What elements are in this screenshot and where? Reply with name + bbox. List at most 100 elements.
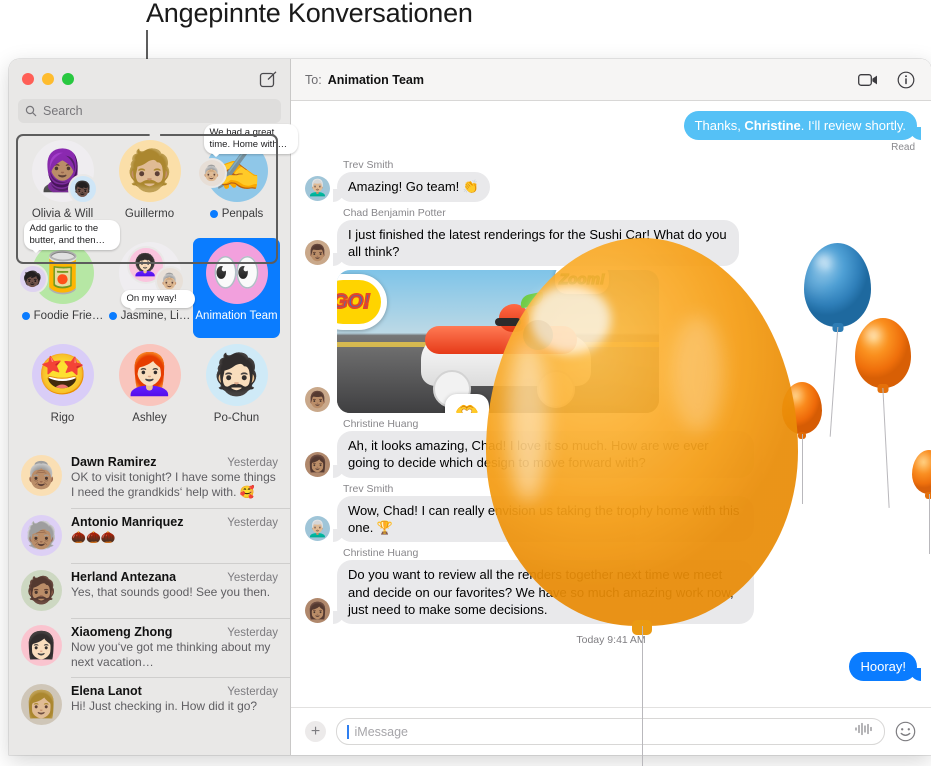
message-bubble[interactable]: Thanks, Christine. I‘ll review shortly. <box>683 111 922 141</box>
pinned-item-po-chun[interactable]: 🧔🏻 Po-Chun <box>193 340 280 440</box>
message-preview: Now you‘ve got me thinking about my next… <box>71 639 271 670</box>
pinned-item-name: Foodie Frie… <box>33 310 104 322</box>
list-item[interactable]: 👩🏻 Xiaomeng Zhong Yesterday Now you‘ve g… <box>9 617 290 678</box>
pinned-item-name: Jasmine, Li… <box>120 310 191 322</box>
message-bubble[interactable]: Hooray! <box>849 652 921 682</box>
minimize-button[interactable] <box>42 73 54 85</box>
message-input[interactable]: iMessage <box>336 718 885 745</box>
list-item-body: Herland Antezana Yesterday Yes, that sou… <box>71 570 278 600</box>
zoom-button[interactable] <box>62 73 74 85</box>
secondary-avatar: 🧒🏿 <box>17 264 48 294</box>
list-item-header: Herland Antezana Yesterday <box>71 570 278 584</box>
avatar-emoji: 👩🏻‍🦰 <box>124 353 175 397</box>
avatar-emoji: 🧔🏼 <box>124 149 175 193</box>
list-item-header: Xiaomeng Zhong Yesterday <box>71 625 278 639</box>
message-sender-name: Trev Smith <box>343 482 394 495</box>
pinned-item-ashley[interactable]: 👩🏻‍🦰 Ashley <box>106 340 193 440</box>
list-item-body: Xiaomeng Zhong Yesterday Now you‘ve got … <box>71 625 278 671</box>
recipient-name[interactable]: Animation Team <box>328 73 424 87</box>
avatar: 👨🏽 <box>305 387 330 413</box>
message-row-incoming: 👨🏽 I just finished the latest renderings… <box>305 219 917 267</box>
message-bubble[interactable]: Ah, it looks amazing, Chad! I love it so… <box>333 431 754 478</box>
message-bubble[interactable]: Do you want to review all the renders to… <box>333 560 754 625</box>
tapback-text: Add garlic to the butter, and then… <box>29 223 106 246</box>
smiley-face-icon[interactable] <box>895 721 917 743</box>
avatar: 👀 <box>205 242 268 304</box>
avatar-emoji: 👩🏽 <box>307 602 328 620</box>
pinned-item-name: Penpals <box>221 208 264 220</box>
sticker-go[interactable]: GO! <box>337 274 387 331</box>
avatar: 🧔🏼 <box>118 140 181 202</box>
message-bubble[interactable]: I just finished the latest renderings fo… <box>333 219 739 267</box>
sticker-heart-hands[interactable]: 🫶 <box>445 394 489 414</box>
avatar: 🥫 🧒🏿 Add garlic to the butter, and then… <box>17 220 120 304</box>
tapback-bubble: We had a great time. Home with… <box>203 124 298 154</box>
contact-name: Antonio Manriquez <box>71 514 184 529</box>
car-wheel-rear <box>537 370 575 409</box>
message-preview: Yes, that sounds good! See you then. <box>71 584 271 599</box>
list-item-header: Dawn Ramirez Yesterday <box>71 455 278 469</box>
audio-waveform-icon[interactable] <box>854 722 874 741</box>
secondary-avatar: 👦🏿 <box>67 174 98 204</box>
avatar-emoji: 👵🏽 <box>25 460 58 490</box>
pinned-item-label: Jasmine, Li… <box>108 310 191 322</box>
compose-icon[interactable] <box>259 70 278 89</box>
image-attachment[interactable]: GO! Zoom! 🫶 <box>337 270 659 414</box>
pinned-item-guillermo[interactable]: 🧔🏼 Guillermo <box>106 136 193 236</box>
tapback-bubble: Add garlic to the butter, and then… <box>23 220 120 250</box>
plus-icon[interactable]: + <box>305 721 326 742</box>
pinned-item-name: Guillermo <box>124 208 175 220</box>
message-composer: + iMessage <box>291 707 931 755</box>
secondary-avatar: 👵🏼 <box>196 158 227 188</box>
sidebar-titlebar <box>9 59 290 99</box>
timestamp: Yesterday <box>227 457 278 469</box>
message-text-bold: Christine <box>744 118 801 133</box>
video-camera-icon[interactable] <box>857 69 879 91</box>
list-item[interactable]: 👩🏼 Elena Lanot Yesterday Hi! Just checki… <box>9 677 290 732</box>
status-badge: Read <box>891 142 915 154</box>
text-caret <box>347 724 349 739</box>
message-row-attachment: 👨🏽 O! Zoom! <box>305 270 917 414</box>
avatar: 👨🏼‍🦳 <box>305 516 330 542</box>
pinned-item-rigo[interactable]: 🤩 Rigo <box>19 340 106 440</box>
conversation-list: 👵🏽 Dawn Ramirez Yesterday OK to visit to… <box>9 444 290 755</box>
message-bubble[interactable]: Amazing! Go team! 👏 <box>332 172 491 202</box>
close-button[interactable] <box>22 73 34 85</box>
avatar-emoji: 👩🏻‍🦱 <box>132 253 159 277</box>
search-icon <box>25 105 37 117</box>
pinned-item-jasmine-li[interactable]: 👩🏻‍🦱 👵🏼 On my way! Jasmine, Li… <box>106 238 195 338</box>
pinned-conversations-grid: 🧕🏽 👦🏿 Olivia & Will 🧔🏼 Guillermo ✍️ 👵🏼 W… <box>9 124 298 444</box>
search-input[interactable]: Search <box>18 99 281 123</box>
message-sender-name: Chad Benjamin Potter <box>343 206 446 219</box>
pinned-item-label: Penpals <box>209 208 264 220</box>
message-preview: OK to visit tonight? I have some things … <box>71 470 276 500</box>
sidebar: Search 🧕🏽 👦🏿 Olivia & Will 🧔🏼 Guillermo … <box>9 59 298 755</box>
list-item[interactable]: 🧔🏽 Herland Antezana Yesterday Yes, that … <box>9 562 290 618</box>
timestamp: Yesterday <box>227 686 278 699</box>
list-item[interactable]: 👵🏽 Dawn Ramirez Yesterday OK to visit to… <box>9 448 290 508</box>
list-item[interactable]: 🧓🏽 Antonio Manriquez Yesterday 🌰🌰🌰 <box>9 507 290 563</box>
avatar-emoji: 👩🏽 <box>307 456 328 474</box>
car-sushi-top <box>425 326 577 355</box>
pinned-item-name: Animation Team <box>195 310 278 322</box>
avatar: 👵🏽 <box>21 455 62 496</box>
avatar: 👩🏽 <box>305 451 330 477</box>
avatar: 🧔🏽 <box>21 569 62 611</box>
pinned-item-label: Animation Team <box>195 310 277 322</box>
sticker-heart-hands-emoji: 🫶 <box>455 401 479 413</box>
pinned-item-animation-team[interactable]: 👀 Animation Team <box>193 238 280 338</box>
pinned-item-foodie-friends[interactable]: 🥫 🧒🏿 Add garlic to the butter, and then…… <box>17 220 120 338</box>
avatar-emoji: 👩🏻 <box>25 629 58 660</box>
messages-area[interactable]: Thanks, Christine. I‘ll review shortly. … <box>291 101 931 707</box>
list-item-body: Dawn Ramirez Yesterday OK to visit tonig… <box>71 455 278 501</box>
message-bubble[interactable]: Wow, Chad! I can really envision us taki… <box>333 495 754 543</box>
sticker-zoom[interactable]: Zoom! <box>555 270 609 295</box>
avatar-emoji: 🤩 <box>37 353 88 397</box>
message-row-incoming: 👩🏽 Do you want to review all the renders… <box>305 560 917 625</box>
timestamp: Yesterday <box>227 571 278 584</box>
pinned-item-penpals[interactable]: ✍️ 👵🏼 We had a great time. Home with… Pe… <box>193 124 298 236</box>
secondary-avatar-emoji: 🧒🏿 <box>23 270 42 288</box>
info-icon[interactable] <box>895 69 917 91</box>
unread-indicator <box>21 312 30 320</box>
unread-indicator <box>209 210 218 218</box>
